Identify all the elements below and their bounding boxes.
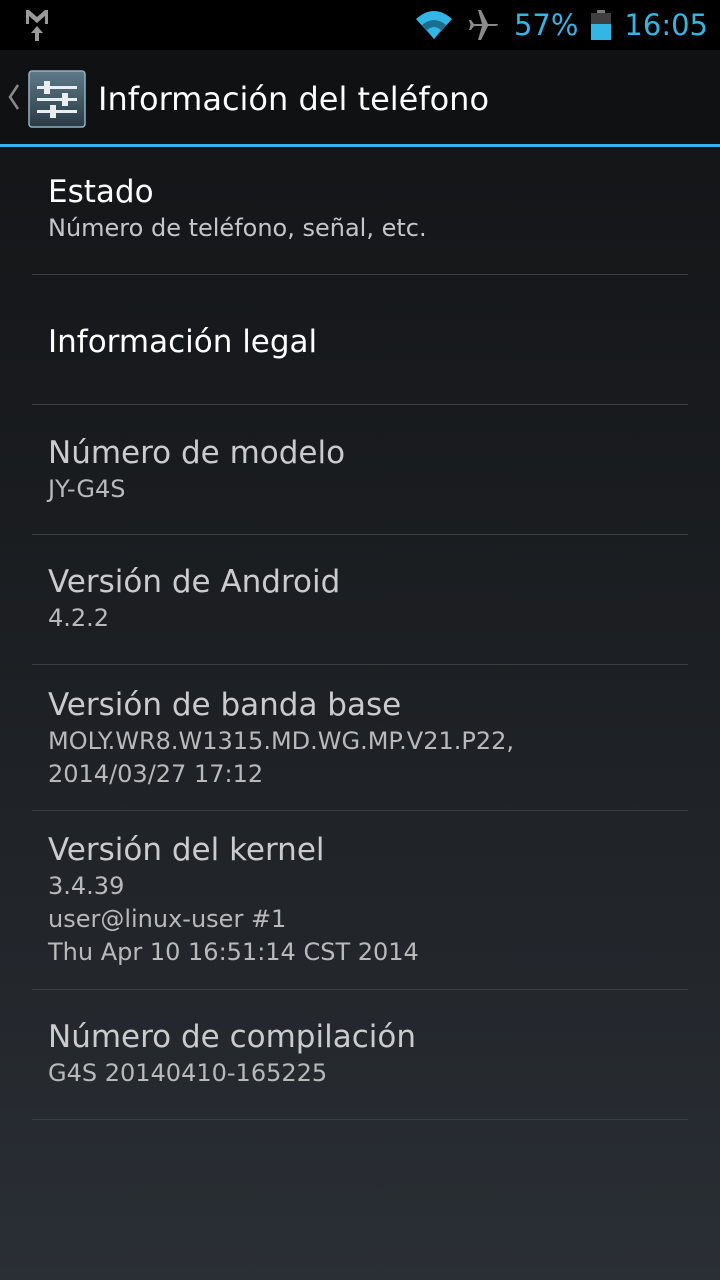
- item-summary-line: 3.4.39: [48, 872, 125, 900]
- divider: [32, 989, 688, 990]
- wifi-icon: [415, 11, 452, 39]
- list-item-kernel-version: Versión del kernel 3.4.39 user@linux-use…: [48, 830, 688, 969]
- divider: [32, 664, 688, 665]
- list-item-android-version[interactable]: Versión de Android 4.2.2: [48, 562, 688, 635]
- divider: [32, 1119, 688, 1120]
- battery-percent: 57%: [513, 8, 579, 42]
- item-summary: Número de teléfono, señal, etc.: [48, 214, 427, 242]
- list-item-status[interactable]: Estado Número de teléfono, señal, etc.: [48, 172, 688, 245]
- item-title: Versión del kernel: [48, 832, 325, 868]
- item-summary-line: 2014/03/27 17:12: [48, 760, 264, 788]
- settings-sliders-icon[interactable]: [28, 70, 86, 128]
- item-summary: G4S 20140410-165225: [48, 1059, 328, 1087]
- list-item-build-number[interactable]: Número de compilación G4S 20140410-16522…: [48, 1017, 688, 1090]
- item-title: Estado: [48, 174, 154, 210]
- item-summary: 4.2.2: [48, 604, 110, 632]
- item-title: Versión de Android: [48, 564, 341, 600]
- item-summary-line: MOLY.WR8.W1315.MD.WG.MP.V21.P22,: [48, 727, 515, 755]
- status-bar: 57% 16:05: [0, 0, 720, 50]
- divider: [32, 534, 688, 535]
- action-bar-divider: [0, 144, 720, 147]
- item-title: Número de compilación: [48, 1019, 416, 1055]
- divider: [32, 274, 688, 275]
- page-title: Información del teléfono: [98, 80, 490, 118]
- status-icons: 57% 16:05: [414, 0, 708, 50]
- item-title: Número de modelo: [48, 435, 346, 471]
- battery-icon: [591, 10, 612, 40]
- gmail-upload-icon: [26, 10, 48, 41]
- item-summary-line: Thu Apr 10 16:51:14 CST 2014: [48, 938, 419, 966]
- clock: 16:05: [624, 8, 708, 42]
- item-title: Versión de banda base: [48, 687, 402, 723]
- item-summary: JY-G4S: [48, 475, 126, 503]
- divider: [32, 810, 688, 811]
- airplane-mode-icon: [468, 10, 498, 40]
- list-item-legal-info[interactable]: Información legal: [48, 322, 688, 362]
- divider: [32, 404, 688, 405]
- list-item-model-number: Número de modelo JY-G4S: [48, 433, 688, 506]
- up-navigation-icon[interactable]: [6, 82, 22, 112]
- item-summary-line: user@linux-user #1: [48, 905, 287, 933]
- item-title: Información legal: [48, 324, 318, 360]
- list-item-baseband-version: Versión de banda base MOLY.WR8.W1315.MD.…: [48, 685, 688, 791]
